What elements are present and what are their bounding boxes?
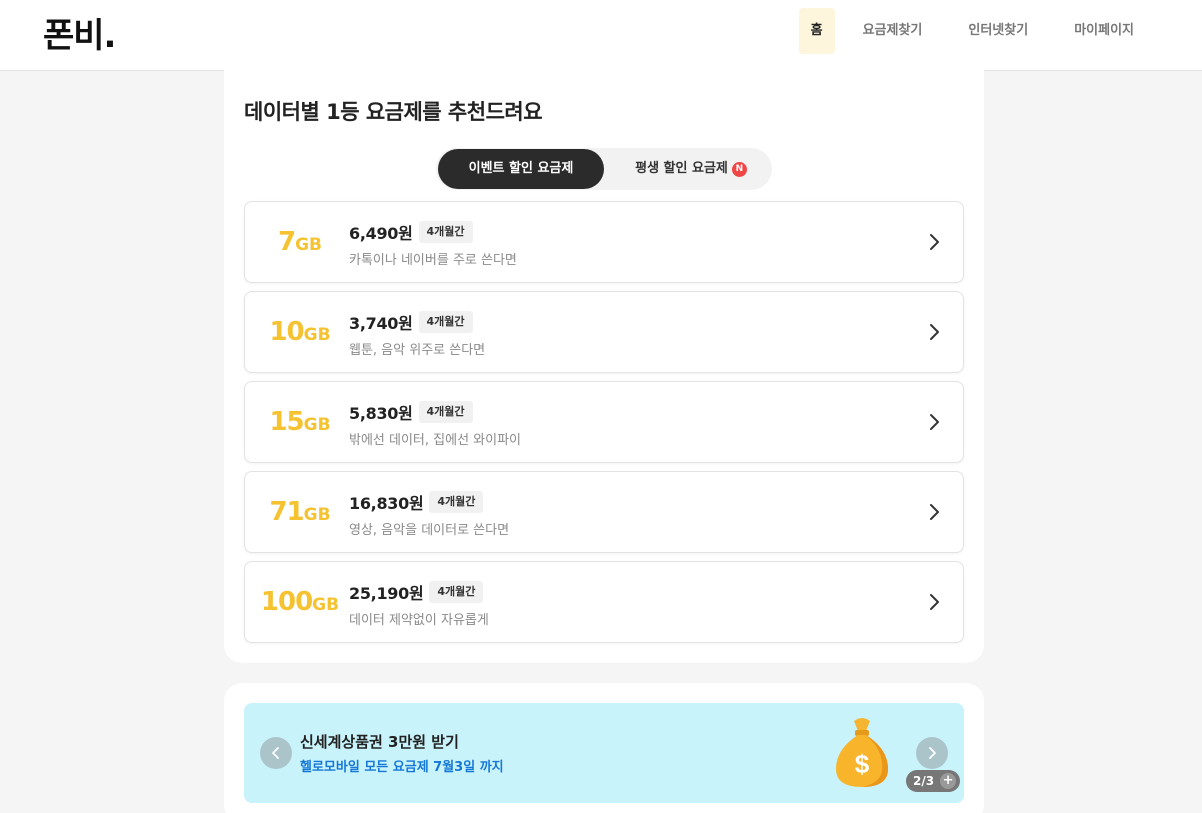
- promo-prev-button[interactable]: [260, 737, 292, 769]
- promo-title: 신세계상품권 3만원 받기: [300, 733, 459, 751]
- plan-data-amount: 71GB: [245, 472, 355, 552]
- plan-price-row: 25,190원 4개월간: [349, 579, 489, 605]
- plan-info: 16,830원 4개월간 영상, 음악을 데이터로 쓴다면: [349, 489, 509, 538]
- nav-item-plan-search[interactable]: 요금제찾기: [845, 8, 941, 54]
- plan-description: 영상, 음악을 데이터로 쓴다면: [349, 523, 510, 538]
- chevron-left-icon: [272, 747, 279, 759]
- plan-gb-unit: GB: [312, 595, 340, 615]
- plan-data-amount: 7GB: [245, 202, 355, 282]
- plan-description: 밖에선 데이터, 집에선 와이파이: [349, 433, 522, 448]
- promo-card: 신세계상품권 3만원 받기 헬로모바일 모든 요금제 7월3일 까지 $ 2/3…: [224, 683, 984, 813]
- plan-card-100gb[interactable]: 100GB 25,190원 4개월간 데이터 제약없이 자유롭게: [244, 561, 964, 643]
- money-bag-icon: $: [836, 718, 888, 787]
- plan-period-badge: 4개월간: [429, 581, 484, 603]
- plan-period-badge: 4개월간: [418, 221, 473, 243]
- plan-price-row: 6,490원 4개월간: [349, 219, 517, 245]
- chevron-right-icon: [930, 414, 939, 430]
- plan-price-row: 5,830원 4개월간: [349, 399, 521, 425]
- promo-next-button[interactable]: [916, 737, 948, 769]
- plan-data-amount: 10GB: [245, 292, 355, 372]
- tab-event-discount[interactable]: 이벤트 할인 요금제: [438, 149, 604, 189]
- tab-lifetime-discount-label: 평생 할인 요금제: [635, 161, 728, 176]
- plan-type-tabs: 이벤트 할인 요금제 평생 할인 요금제 N: [436, 148, 772, 190]
- site-logo[interactable]: 폰비.: [43, 8, 116, 57]
- plan-price: 5,830원: [349, 404, 413, 423]
- chevron-right-icon: [930, 504, 939, 520]
- plan-price: 16,830원: [349, 494, 424, 513]
- chevron-right-icon: [929, 747, 936, 759]
- plan-info: 25,190원 4개월간 데이터 제약없이 자유롭게: [349, 579, 489, 628]
- plan-period-badge: 4개월간: [418, 311, 473, 333]
- plan-gb-number: 7: [277, 227, 296, 257]
- plan-gb-number: 71: [269, 497, 304, 527]
- tab-lifetime-discount[interactable]: 평생 할인 요금제 N: [616, 149, 766, 189]
- plan-gb-unit: GB: [303, 325, 331, 345]
- site-header: 폰비. 홈 요금제찾기 인터넷찾기 마이페이지: [0, 0, 1202, 71]
- plan-price-row: 16,830원 4개월간: [349, 489, 509, 515]
- main-nav: 홈 요금제찾기 인터넷찾기 마이페이지: [789, 8, 1152, 54]
- plan-gb-unit: GB: [303, 505, 331, 525]
- tab-event-discount-label: 이벤트 할인 요금제: [468, 161, 574, 176]
- svg-text:$: $: [855, 749, 870, 779]
- plan-info: 3,740원 4개월간 웹툰, 음악 위주로 쓴다면: [349, 309, 485, 358]
- plan-card-10gb[interactable]: 10GB 3,740원 4개월간 웹툰, 음악 위주로 쓴다면: [244, 291, 964, 373]
- plan-data-amount: 15GB: [245, 382, 355, 462]
- plan-price-row: 3,740원 4개월간: [349, 309, 485, 335]
- plan-card-15gb[interactable]: 15GB 5,830원 4개월간 밖에선 데이터, 집에선 와이파이: [244, 381, 964, 463]
- plan-gb-number: 10: [269, 317, 304, 347]
- promo-pager[interactable]: 2/3 +: [906, 770, 961, 792]
- section-title: 데이터별 1등 요금제를 추천드려요: [244, 100, 543, 124]
- plan-period-badge: 4개월간: [418, 401, 473, 423]
- plan-description: 데이터 제약없이 자유롭게: [349, 613, 489, 628]
- plan-info: 6,490원 4개월간 카톡이나 네이버를 주로 쓴다면: [349, 219, 517, 268]
- promo-pager-count: 2/3: [913, 774, 935, 788]
- plan-period-badge: 4개월간: [429, 491, 484, 513]
- plan-card-7gb[interactable]: 7GB 6,490원 4개월간 카톡이나 네이버를 주로 쓴다면: [244, 201, 964, 283]
- plan-gb-number: 15: [269, 407, 304, 437]
- nav-item-internet-search[interactable]: 인터넷찾기: [950, 8, 1046, 54]
- chevron-right-icon: [930, 324, 939, 340]
- new-badge: N: [731, 162, 747, 177]
- chevron-right-icon: [930, 234, 939, 250]
- plan-card-71gb[interactable]: 71GB 16,830원 4개월간 영상, 음악을 데이터로 쓴다면: [244, 471, 964, 553]
- recommend-card: 데이터별 1등 요금제를 추천드려요 이벤트 할인 요금제 평생 할인 요금제 N…: [224, 70, 984, 663]
- promo-subtitle: 헬로모바일 모든 요금제 7월3일 까지: [300, 760, 504, 775]
- plan-data-amount: 100GB: [245, 562, 355, 642]
- plan-gb-number: 100: [260, 587, 313, 617]
- plan-gb-unit: GB: [295, 235, 322, 255]
- plan-price: 6,490원: [349, 224, 413, 243]
- plan-description: 웹툰, 음악 위주로 쓴다면: [349, 343, 486, 358]
- plus-icon[interactable]: +: [940, 773, 957, 789]
- plan-info: 5,830원 4개월간 밖에선 데이터, 집에선 와이파이: [349, 399, 521, 448]
- plan-price: 3,740원: [349, 314, 413, 333]
- plan-gb-unit: GB: [303, 415, 331, 435]
- nav-item-mypage[interactable]: 마이페이지: [1056, 8, 1152, 54]
- chevron-right-icon: [930, 594, 939, 610]
- plan-price: 25,190원: [349, 584, 424, 603]
- promo-banner[interactable]: 신세계상품권 3만원 받기 헬로모바일 모든 요금제 7월3일 까지 $ 2/3…: [244, 703, 964, 803]
- nav-item-home[interactable]: 홈: [798, 8, 835, 54]
- plan-description: 카톡이나 네이버를 주로 쓴다면: [349, 253, 517, 268]
